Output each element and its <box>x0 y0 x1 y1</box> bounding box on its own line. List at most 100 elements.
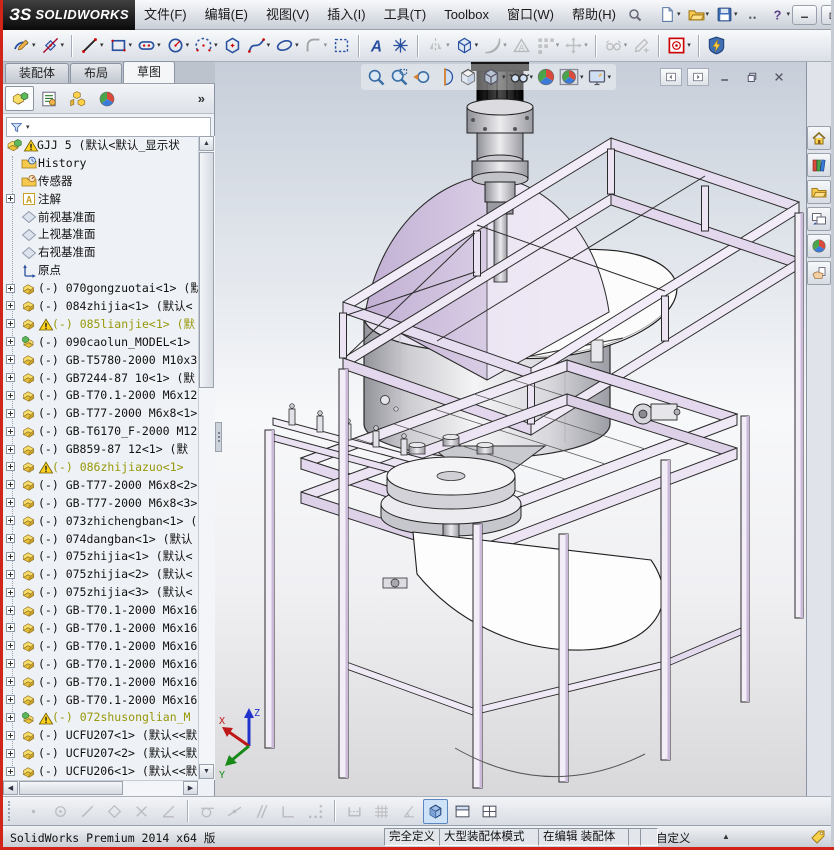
tree-item[interactable]: 前视基准面 <box>3 208 198 226</box>
scroll-thumb[interactable] <box>199 152 214 388</box>
tree-item[interactable]: (-) GB-T5780-2000 M10x3 <box>3 351 198 369</box>
sn-angle-button[interactable] <box>156 799 181 824</box>
doc-restore-button[interactable] <box>741 68 763 86</box>
displaymanager-tab[interactable] <box>92 86 121 111</box>
tab-2[interactable]: 布局 <box>70 63 123 83</box>
tree-item[interactable]: (-) GB-T70.1-2000 M6x16 <box>3 601 198 619</box>
panel-splitter-handle[interactable] <box>215 422 222 452</box>
taskpane-file-explorer-button[interactable] <box>807 180 831 204</box>
search-icon[interactable] <box>627 7 643 23</box>
tree-item[interactable]: (-) GB-T77-2000 M6x8<1> <box>3 404 198 422</box>
section-view-button[interactable] <box>435 67 455 87</box>
tree-item[interactable]: (-) GB-T70.1-2000 M6x16 <box>3 655 198 673</box>
sk-offset-button[interactable]: ▾ <box>481 35 509 56</box>
scroll-up-button[interactable]: ▲ <box>199 136 214 151</box>
sk-warn-button[interactable]: A <box>510 35 533 56</box>
menu-item-8[interactable]: 帮助(H) <box>563 0 625 30</box>
tree-item[interactable]: (-) 085lianjie<1> (默 <box>3 315 198 333</box>
sk-convert-button[interactable]: ▾ <box>453 35 481 56</box>
menu-item-3[interactable]: 视图(V) <box>257 0 318 30</box>
sn-mid-button[interactable] <box>222 799 247 824</box>
expander-icon[interactable] <box>6 623 15 633</box>
expander-icon[interactable] <box>6 337 15 347</box>
expander-icon[interactable] <box>6 355 15 365</box>
tree-item[interactable]: (-) GB-T70.1-2000 M6x16 <box>3 637 198 655</box>
taskpane-design-library-button[interactable] <box>807 153 831 177</box>
tree-item[interactable]: (-) GB859-87 12<1> (默 <box>3 440 198 458</box>
sn-angle2-button[interactable] <box>396 799 421 824</box>
sn-dots-button[interactable] <box>303 799 328 824</box>
taskpane-appearances-button[interactable] <box>807 234 831 258</box>
sk-slot-button[interactable]: ▾ <box>135 35 163 56</box>
expander-icon[interactable] <box>6 426 15 436</box>
zoom-fit-button[interactable] <box>366 67 386 87</box>
expander-icon[interactable] <box>6 712 15 722</box>
expander-icon[interactable] <box>6 587 15 597</box>
tree-item[interactable]: A 注解 <box>3 190 198 208</box>
sn-tangent-button[interactable] <box>195 799 220 824</box>
save-button[interactable]: ▾ <box>714 5 740 24</box>
sk-ellipse-button[interactable]: ▾ <box>273 35 301 56</box>
taskpane-custom-properties-button[interactable] <box>807 261 831 285</box>
cube3d-button[interactable] <box>423 798 448 824</box>
expander-icon[interactable] <box>6 516 15 526</box>
menu-item-1[interactable]: 文件(F) <box>135 0 196 30</box>
tab-3[interactable]: 草图 <box>123 61 176 83</box>
menu-item-4[interactable]: 插入(I) <box>318 0 374 30</box>
expander-icon[interactable] <box>6 444 15 454</box>
pane-h-button[interactable] <box>450 799 475 824</box>
sn-quad-button[interactable] <box>102 799 127 824</box>
tree-item[interactable]: GJJ 5 (默认<默认_显示状 <box>3 136 198 154</box>
tree-item[interactable]: (-) GB-T6170_F-2000 M12 <box>3 422 198 440</box>
sn-parallel-button[interactable] <box>249 799 274 824</box>
expander-icon[interactable] <box>6 301 15 311</box>
folder-open-button[interactable]: ▾ <box>686 5 712 24</box>
expander-icon[interactable] <box>6 534 15 544</box>
doc-new-button[interactable]: ▾ <box>657 5 683 24</box>
expander-icon[interactable] <box>6 194 15 204</box>
scroll-thumb-h[interactable] <box>19 781 123 795</box>
view-settings-button[interactable]: ▾ <box>587 67 611 87</box>
menu-item-5[interactable]: 工具(T) <box>375 0 436 30</box>
sk-rect-button[interactable]: ▾ <box>107 35 135 56</box>
tree-item[interactable]: (-) 074dangban<1> (默认 <box>3 530 198 548</box>
menu-item-6[interactable]: Toolbox <box>435 0 498 30</box>
tree-item[interactable]: (-) GB-T70.1-2000 M6x16 <box>3 619 198 637</box>
zoom-area-button[interactable] <box>389 67 409 87</box>
sn-perp-button[interactable] <box>276 799 301 824</box>
sn-center-button[interactable] <box>48 799 73 824</box>
tree-item[interactable]: 原点 <box>3 261 198 279</box>
filter-funnel-icon[interactable] <box>10 121 23 134</box>
expander-icon[interactable] <box>6 605 15 615</box>
tree-item[interactable]: (-) 075zhijia<2> (默认< <box>3 565 198 583</box>
doc-min-button[interactable] <box>714 68 736 86</box>
edit-appearance-button[interactable] <box>536 67 556 87</box>
sk-arc-button[interactable]: ▾ <box>192 35 220 56</box>
dots-button[interactable] <box>743 5 764 24</box>
tree-item[interactable]: (-) GB-T77-2000 M6x8<2> <box>3 476 198 494</box>
apply-scene-button[interactable]: ▾ <box>559 67 584 87</box>
smart-dimension-button[interactable]: ▾ <box>39 35 67 56</box>
expander-icon[interactable] <box>6 730 15 740</box>
sk-point-button[interactable] <box>389 35 412 56</box>
sk-line-button[interactable]: ▾ <box>78 35 106 56</box>
assembly-3d-model[interactable] <box>215 62 806 796</box>
tree-item[interactable]: History <box>3 154 198 172</box>
sk-circle-button[interactable]: ▾ <box>164 35 192 56</box>
tree-item[interactable]: (-) 084zhijia<1> (默认< <box>3 297 198 315</box>
pane-grid-button[interactable] <box>477 799 502 824</box>
tree-vertical-scrollbar[interactable]: ▲ ▼ <box>198 136 215 780</box>
tree-item[interactable]: (-) 075zhijia<1> (默认< <box>3 547 198 565</box>
expander-icon[interactable] <box>6 695 15 705</box>
sk-text-button[interactable]: A <box>365 35 388 56</box>
expander-icon[interactable] <box>6 766 15 776</box>
sn-grid-button[interactable] <box>369 799 394 824</box>
toolbar-grip[interactable] <box>8 801 14 821</box>
tree-item[interactable]: (-) GB-T70.1-2000 M6x16 <box>3 673 198 691</box>
tree-item[interactable]: (-) 090caolun_MODEL<1> <box>3 333 198 351</box>
taskpane-view-palette-button[interactable] <box>807 207 831 231</box>
taskpane-home-button[interactable] <box>807 126 831 150</box>
pencil-sketch-button[interactable]: ▾ <box>10 35 38 56</box>
expander-icon[interactable] <box>6 319 15 329</box>
configmanager-tab[interactable] <box>63 86 92 111</box>
